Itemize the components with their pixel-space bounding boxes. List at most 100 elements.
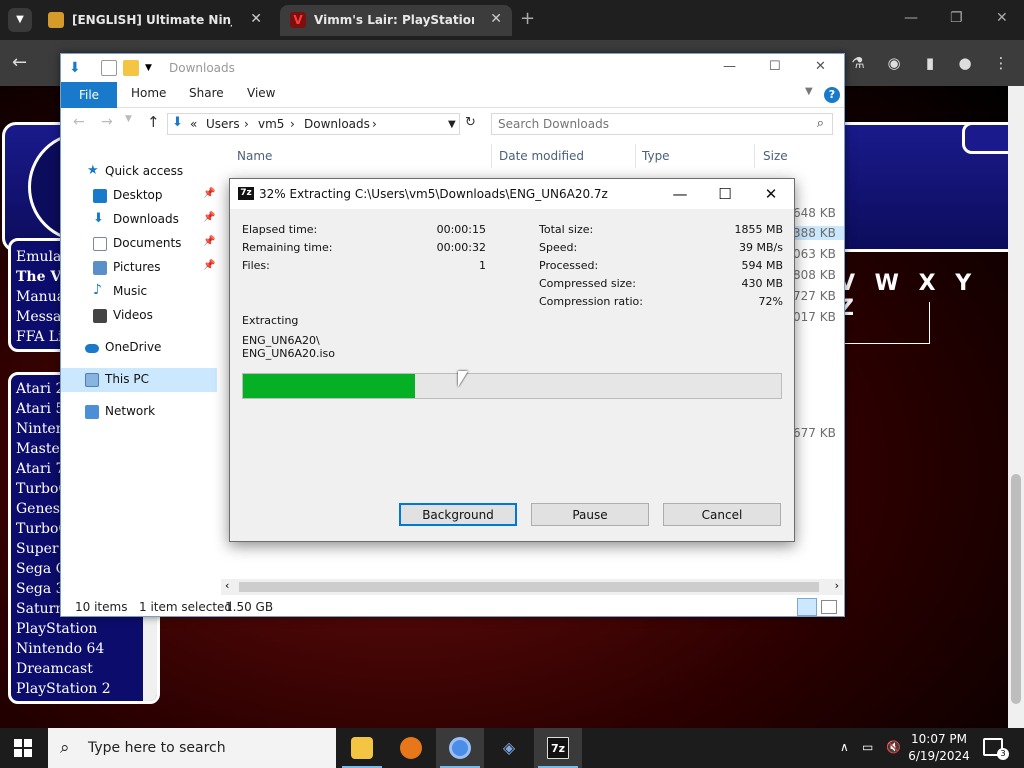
refresh-icon[interactable]: ↻ [465, 115, 476, 130]
close-icon[interactable]: ✕ [815, 59, 831, 75]
nav-onedrive[interactable]: OneDrive [61, 336, 217, 360]
large-icons-view-icon[interactable] [821, 600, 837, 614]
column-name[interactable]: Name [237, 149, 272, 163]
maximize-icon[interactable]: ☐ [769, 59, 785, 75]
column-date-modified[interactable]: Date modified [499, 149, 584, 163]
breadcrumb-separator-icon[interactable]: › [244, 117, 249, 131]
new-tab-icon[interactable]: + [520, 8, 535, 29]
new-folder-icon[interactable] [123, 60, 139, 76]
taskbar-clock[interactable]: 10:07 PM 6/19/2024 [906, 731, 972, 765]
quick-access-dropdown-icon[interactable]: ▼ [145, 63, 161, 79]
minimize-icon[interactable]: — [904, 10, 918, 26]
page-scrollbar-thumb[interactable] [1011, 474, 1021, 704]
close-icon[interactable]: ✕ [756, 184, 786, 204]
nav-desktop[interactable]: Desktop 📌 [61, 184, 217, 208]
maximize-icon[interactable]: ☐ [710, 184, 740, 204]
sidepanel-icon[interactable]: ▮ [920, 54, 940, 74]
nav-pictures[interactable]: Pictures 📌 [61, 256, 217, 280]
breadcrumb-users[interactable]: Users [206, 117, 240, 131]
nav-this-pc[interactable]: This PC [61, 368, 217, 392]
column-size[interactable]: Size [763, 149, 788, 163]
taskbar-search-box[interactable]: ⌕ Type here to search [48, 728, 336, 768]
taskbar-file-explorer[interactable] [338, 728, 386, 768]
minimize-icon[interactable]: — [723, 59, 739, 75]
menu-dots-icon[interactable]: ⋮ [991, 54, 1011, 74]
lab-flask-icon[interactable]: ⚗ [848, 54, 868, 74]
pin-icon[interactable]: 📌 [203, 188, 215, 199]
nav-videos[interactable]: Videos [61, 304, 217, 328]
column-divider[interactable] [635, 144, 636, 168]
pin-icon[interactable]: 📌 [203, 212, 215, 223]
windows-start-icon[interactable] [14, 739, 32, 757]
close-icon[interactable]: ✕ [996, 10, 1008, 26]
breadcrumb-downloads[interactable]: Downloads [304, 117, 370, 131]
total-size-label: Total size: [539, 223, 594, 236]
address-overflow[interactable]: « [190, 117, 197, 131]
tab-close-icon[interactable]: ✕ [250, 11, 262, 27]
back-arrow-icon[interactable]: ← [12, 52, 27, 73]
taskbar-network-app[interactable]: ◈ [485, 728, 533, 768]
pin-icon[interactable]: 📌 [203, 260, 215, 271]
volume-muted-icon[interactable]: 🔇 [886, 740, 901, 754]
network-status-icon[interactable]: ▭ [862, 740, 873, 754]
address-bar[interactable]: ⬇ « Users › vm5 › Downloads › ▼ [167, 113, 460, 135]
profile-avatar-icon[interactable]: ● [955, 54, 975, 74]
tab-search-chevron-icon[interactable]: ▼ [8, 8, 32, 32]
selection-count: 1 item selected [139, 600, 233, 614]
browser-tab-ultimate-ninja[interactable]: [ENGLISH] Ultimate Ninja 6 | A ✕ [38, 5, 272, 36]
ribbon-tab-home[interactable]: Home [131, 86, 166, 100]
search-box[interactable]: ⌕ [491, 113, 833, 135]
forward-icon[interactable]: → [101, 114, 113, 130]
back-icon[interactable]: ← [73, 114, 85, 130]
nav-network[interactable]: Network [61, 400, 217, 424]
address-dropdown-icon[interactable]: ▼ [448, 119, 456, 130]
search-icon[interactable]: ⌕ [817, 116, 824, 131]
cancel-button[interactable]: Cancel [663, 503, 781, 526]
background-button[interactable]: Background [399, 503, 517, 526]
taskbar-firefox[interactable] [387, 728, 435, 768]
nav-downloads[interactable]: ⬇ Downloads 📌 [61, 208, 217, 232]
pin-icon[interactable]: 📌 [203, 236, 215, 247]
item-count: 10 items [75, 600, 128, 614]
column-divider[interactable] [754, 144, 755, 168]
horizontal-scrollbar-thumb[interactable] [239, 582, 819, 592]
browser-tab-vimms-lair[interactable]: V Vimm's Lair: PlayStation Portal ✕ [280, 5, 512, 36]
scroll-left-icon[interactable]: ‹ [225, 579, 229, 592]
ribbon-expand-icon[interactable]: ▼ [805, 86, 813, 97]
ribbon-tab-share[interactable]: Share [189, 86, 224, 100]
search-input[interactable] [498, 116, 798, 132]
recent-dropdown-icon[interactable]: ▼ [125, 114, 132, 124]
properties-check-icon[interactable] [101, 60, 117, 76]
help-icon[interactable]: ? [824, 87, 840, 103]
nav-music[interactable]: ♪ Music [61, 280, 217, 304]
nav-documents[interactable]: Documents 📌 [61, 232, 217, 256]
search-icon: ⌕ [60, 738, 70, 758]
extension-icon[interactable]: ◉ [884, 54, 904, 74]
details-view-icon[interactable] [797, 598, 817, 616]
restore-icon[interactable]: ❐ [950, 10, 963, 26]
show-hidden-icons-chevron-icon[interactable]: ∧ [840, 740, 849, 754]
tab-close-icon[interactable]: ✕ [490, 11, 502, 27]
site-header-button[interactable] [962, 122, 1008, 154]
taskbar-7zip[interactable]: 7z [534, 728, 582, 768]
minimize-icon[interactable]: — [665, 184, 695, 204]
taskbar-chrome[interactable] [436, 728, 484, 768]
breadcrumb-separator-icon[interactable]: › [372, 117, 377, 131]
breadcrumb-separator-icon[interactable]: › [290, 117, 295, 131]
breadcrumb-vm5[interactable]: vm5 [258, 117, 284, 131]
menu-link[interactable]: Dreamcast [11, 659, 157, 679]
ribbon-tab-view[interactable]: View [247, 86, 275, 100]
scroll-right-icon[interactable]: › [835, 579, 839, 592]
menu-link[interactable]: PlayStation [11, 619, 157, 639]
menu-link[interactable]: Nintendo 64 [11, 639, 157, 659]
menu-link[interactable]: PlayStation 2 [11, 679, 157, 699]
column-divider[interactable] [491, 144, 492, 168]
column-type[interactable]: Type [642, 149, 670, 163]
up-arrow-icon[interactable]: ↑ [147, 113, 160, 131]
pause-button[interactable]: Pause [531, 503, 649, 526]
page-scrollbar[interactable] [1008, 86, 1024, 728]
horizontal-scrollbar[interactable]: ‹ › [221, 579, 843, 595]
nav-quick-access[interactable]: ★ Quick access [61, 160, 217, 184]
notification-center-icon[interactable]: 3 [983, 738, 1009, 760]
ribbon-tab-file[interactable]: File [61, 82, 117, 108]
